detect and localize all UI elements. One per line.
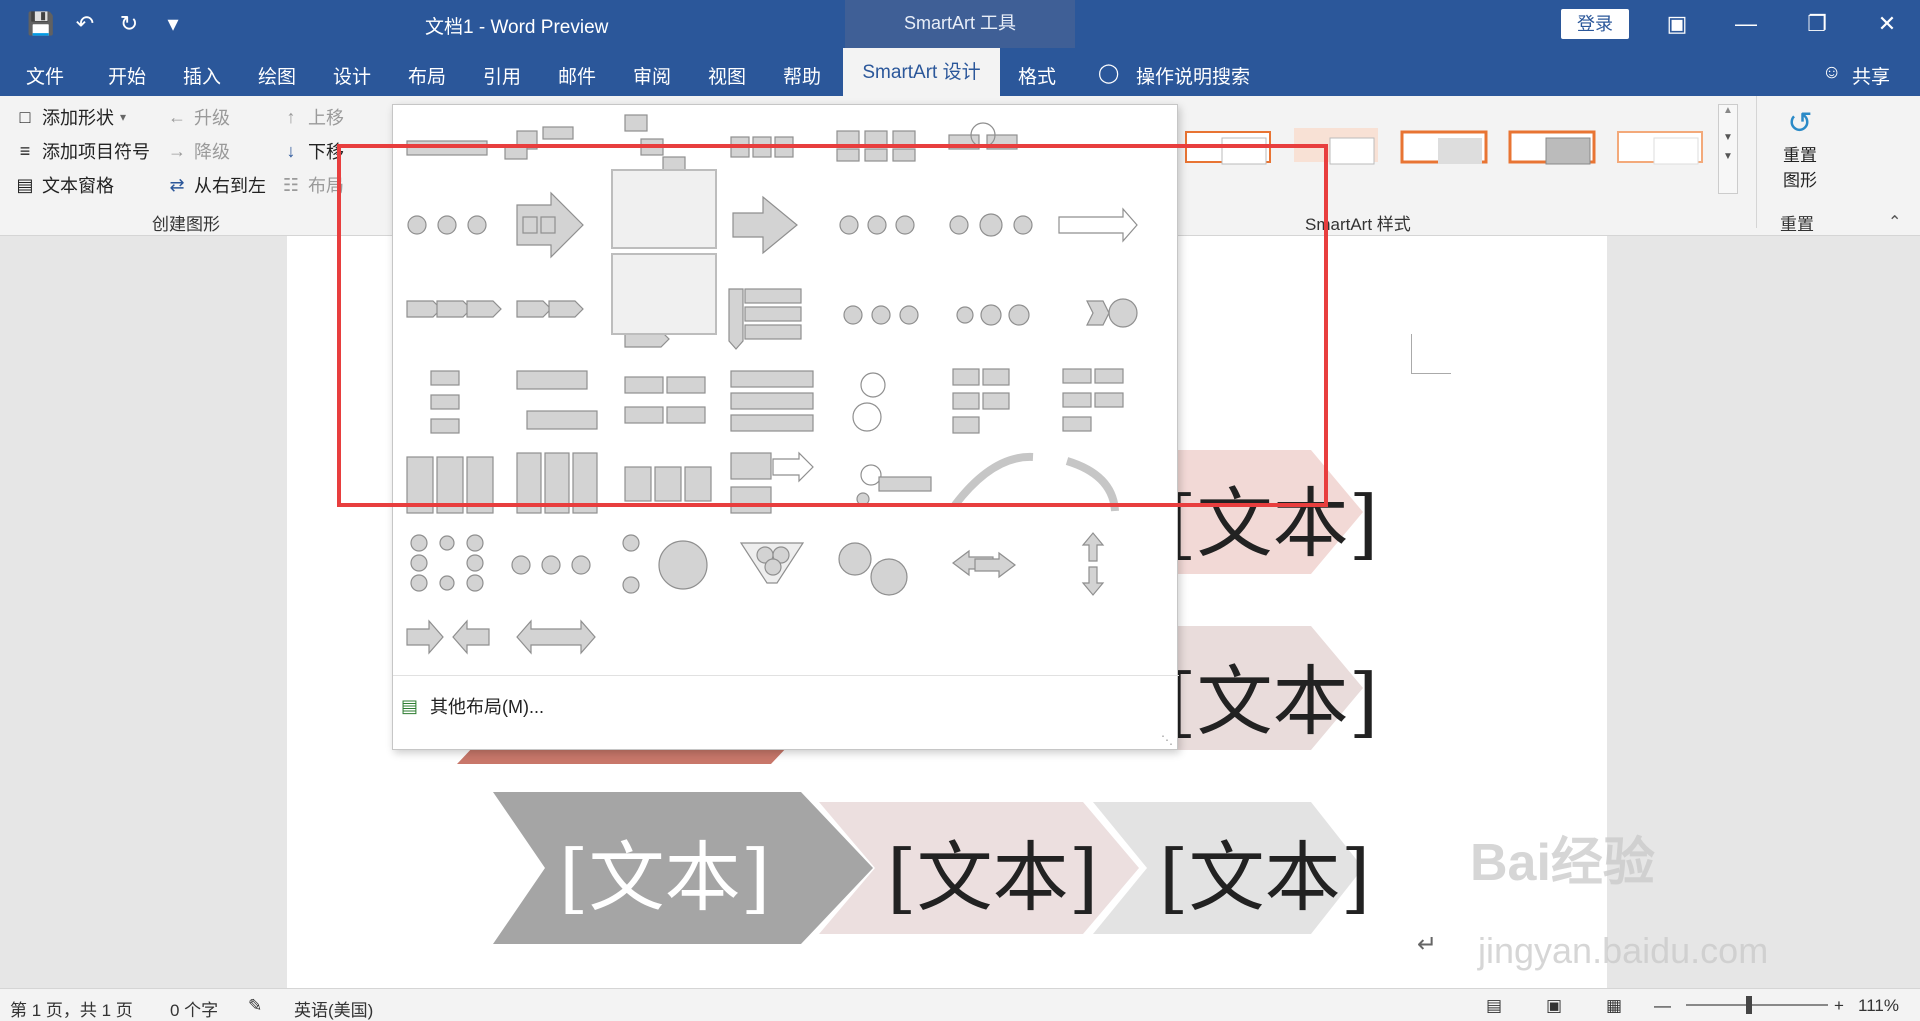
highlight-box xyxy=(337,144,1328,507)
layout-thumb-r6c2 xyxy=(516,619,596,655)
move-up-button[interactable]: ↑ 上移 xyxy=(280,104,345,130)
share-icon: ☺ xyxy=(1822,62,1842,83)
proofing-icon[interactable]: ✎ xyxy=(248,996,262,1016)
share-button[interactable]: 共享 xyxy=(1852,62,1890,89)
customize-qat-icon[interactable]: ▾ xyxy=(156,8,190,40)
page-count[interactable]: 第 1 页，共 1 页 xyxy=(10,996,133,1021)
demote-button[interactable]: → 降级 xyxy=(166,138,230,164)
lightbulb-icon: ◯ xyxy=(1098,63,1120,84)
layout-thumb-r5c1 xyxy=(410,534,484,592)
close-icon[interactable]: ✕ xyxy=(1870,8,1904,40)
tab-help[interactable]: 帮助 xyxy=(783,62,821,89)
tab-insert[interactable]: 插入 xyxy=(183,62,221,89)
smartart-text-row3-3[interactable]: [文本] xyxy=(1159,816,1370,926)
zoom-slider[interactable] xyxy=(1686,996,1828,1014)
styles-scrollbar[interactable]: ▲ ▼ ▼ xyxy=(1718,104,1738,194)
layout-thumb-r5c6 xyxy=(952,549,1016,579)
baidu-watermark-url: jingyan.baidu.com xyxy=(1478,930,1769,971)
tab-review[interactable]: 审阅 xyxy=(633,62,671,89)
title-bar: 💾 ↶ ↻ ▾ 文档1 - Word Preview SmartArt 工具 登… xyxy=(0,0,1920,48)
switch-direction-icon: ⇄ xyxy=(169,175,185,195)
web-layout-icon[interactable]: ▦ xyxy=(1606,996,1622,1016)
reset-group-label: 重置 xyxy=(1780,215,1814,234)
baidu-watermark: Bai经验 xyxy=(1470,834,1655,892)
layout-thumb-r6c1 xyxy=(406,619,490,655)
minimize-icon[interactable]: — xyxy=(1729,8,1763,40)
zoom-in-icon[interactable]: + xyxy=(1834,996,1844,1016)
right-to-left-button[interactable]: ⇄ 从右到左 xyxy=(166,172,266,198)
smartart-text-row2-3[interactable]: [文本] xyxy=(1167,640,1378,750)
layout-thumb-r5c4 xyxy=(739,542,805,584)
add-shape-icon: □ xyxy=(19,107,31,127)
add-bullet-button[interactable]: ≡ 添加项目符号 xyxy=(14,138,150,164)
document-title: 文档1 - Word Preview xyxy=(425,17,609,38)
tab-home[interactable]: 开始 xyxy=(108,62,146,89)
paragraph-mark-icon: ↵ xyxy=(1417,931,1438,958)
tell-me-search[interactable]: 操作说明搜索 xyxy=(1136,62,1250,89)
tab-design[interactable]: 设计 xyxy=(333,62,371,89)
layout-thumb-r5c5 xyxy=(838,542,908,596)
tab-mailings[interactable]: 邮件 xyxy=(558,62,596,89)
layout-thumb-r5c7 xyxy=(1081,532,1105,596)
zoom-level[interactable]: 111% xyxy=(1858,996,1899,1016)
scroll-down-icon[interactable]: ▼ xyxy=(1719,132,1737,143)
promote-button[interactable]: ← 升级 xyxy=(166,104,230,130)
create-graphic-group-label: 创建图形 xyxy=(152,215,220,234)
tab-format[interactable]: 格式 xyxy=(1018,62,1056,89)
collapse-ribbon-icon[interactable]: ⌃ xyxy=(1888,212,1901,232)
tab-draw[interactable]: 绘图 xyxy=(258,62,296,89)
style-thumb-4 xyxy=(1508,130,1596,165)
style-thumb-5 xyxy=(1617,131,1703,165)
reset-graphic-button[interactable]: ↺ 重置 图形 xyxy=(1772,106,1828,191)
group-divider xyxy=(1756,96,1757,228)
tab-view[interactable]: 视图 xyxy=(708,62,746,89)
text-pane-icon: ▤ xyxy=(16,175,34,195)
more-styles-icon[interactable]: ▼ xyxy=(1719,151,1737,162)
undo-icon[interactable]: ↶ xyxy=(68,8,102,40)
reset-graphic-icon: ↺ xyxy=(1787,107,1813,140)
layout-button[interactable]: ☷ 布局 xyxy=(280,172,344,198)
arrow-up-icon: ↑ xyxy=(286,107,296,127)
bullet-list-icon: ≡ xyxy=(19,141,31,161)
smartart-text-row3-2[interactable]: [文本] xyxy=(887,816,1098,926)
redo-icon[interactable]: ↻ xyxy=(112,8,146,40)
text-pane-button[interactable]: ▤ 文本窗格 xyxy=(14,172,114,198)
arrow-left-icon: ← xyxy=(168,107,186,127)
save-icon[interactable]: 💾 xyxy=(24,8,58,40)
word-count[interactable]: 0 个字 xyxy=(170,996,218,1021)
resize-grip-icon[interactable]: ⋱ xyxy=(1161,733,1173,747)
ribbon-display-icon[interactable]: ▣ xyxy=(1660,8,1694,40)
org-chart-icon: ☷ xyxy=(282,175,300,195)
tab-references[interactable]: 引用 xyxy=(483,62,521,89)
more-layouts-button[interactable]: ▤ 其他布局(M)... xyxy=(401,693,544,719)
tab-layout[interactable]: 布局 xyxy=(408,62,446,89)
smartart-text-row3-1[interactable]: [文本] xyxy=(559,816,770,926)
zoom-slider-thumb[interactable] xyxy=(1746,996,1752,1014)
language-indicator[interactable]: 英语(美国) xyxy=(294,996,373,1021)
status-bar: 第 1 页，共 1 页 0 个字 ✎ 英语(美国) ▤ ▣ ▦ — + 111% xyxy=(0,988,1920,1021)
restore-icon[interactable]: ❐ xyxy=(1800,8,1834,40)
more-layouts-icon: ▤ xyxy=(401,695,419,716)
layout-thumb-r5c3 xyxy=(622,534,708,594)
quick-access-toolbar: 💾 ↶ ↻ ▾ xyxy=(24,8,190,40)
layout-thumb-r5c2 xyxy=(511,555,591,575)
tab-file[interactable]: 文件 xyxy=(26,62,64,89)
login-button[interactable]: 登录 xyxy=(1561,9,1629,39)
style-thumb-3 xyxy=(1400,130,1488,164)
tab-smartart-design[interactable]: SmartArt 设计 xyxy=(843,48,1000,96)
zoom-out-icon[interactable]: — xyxy=(1654,996,1671,1016)
chevron-down-icon: ▾ xyxy=(120,110,127,124)
arrow-right-icon: → xyxy=(168,141,186,161)
scroll-up-icon[interactable]: ▲ xyxy=(1719,105,1737,116)
gallery-separator xyxy=(393,675,1179,676)
read-mode-icon[interactable]: ▤ xyxy=(1486,996,1502,1016)
smartart-tools-label: SmartArt 工具 xyxy=(845,0,1075,48)
add-shape-button[interactable]: □ 添加形状 ▾ xyxy=(14,104,126,130)
move-down-button[interactable]: ↓ 下移 xyxy=(280,138,345,164)
arrow-down-icon: ↓ xyxy=(286,141,296,161)
print-layout-icon[interactable]: ▣ xyxy=(1546,996,1562,1016)
